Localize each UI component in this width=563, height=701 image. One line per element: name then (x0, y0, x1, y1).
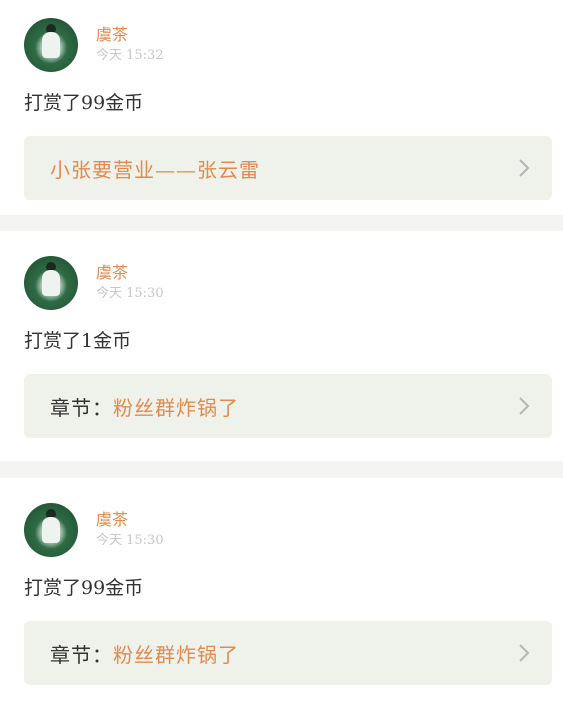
chevron-right-icon (519, 159, 530, 177)
linked-item[interactable]: 章节：粉丝群炸锅了 (24, 374, 552, 438)
timestamp: 今天 15:30 (96, 286, 164, 301)
timestamp: 今天 15:30 (96, 533, 164, 548)
user-info: 虞茶 今天 15:30 (96, 510, 164, 550)
username[interactable]: 虞茶 (96, 263, 164, 283)
linked-item-title: 小张要营业——张云雷 (50, 157, 260, 182)
linked-item-title: 粉丝群炸锅了 (113, 395, 239, 420)
tip-message: 打赏了99金币 (24, 92, 144, 114)
user-info: 虞茶 今天 15:32 (96, 25, 164, 65)
linked-item[interactable]: 章节：粉丝群炸锅了 (24, 621, 552, 685)
linked-item-label: 章节： (50, 395, 113, 420)
avatar[interactable] (24, 18, 78, 72)
tip-message: 打赏了1金币 (24, 330, 132, 352)
tip-message: 打赏了99金币 (24, 577, 144, 599)
card-header: 虞茶 今天 15:32 (24, 18, 551, 72)
feed-card: 虞茶 今天 15:30 打赏了99金币 章节：粉丝群炸锅了 (0, 478, 563, 701)
feed-card: 虞茶 今天 15:30 打赏了1金币 章节：粉丝群炸锅了 (0, 231, 563, 461)
linked-item-text: 小张要营业——张云雷 (50, 154, 260, 183)
linked-item-label: 章节： (50, 642, 113, 667)
card-header: 虞茶 今天 15:30 (24, 256, 551, 310)
avatar-figure-body (42, 517, 60, 543)
avatar-figure-body (42, 32, 60, 58)
chevron-right-icon (519, 397, 530, 415)
username[interactable]: 虞茶 (96, 25, 164, 45)
linked-item-text: 章节：粉丝群炸锅了 (50, 392, 239, 421)
avatar[interactable] (24, 256, 78, 310)
card-header: 虞茶 今天 15:30 (24, 503, 551, 557)
chevron-right-icon (519, 644, 530, 662)
username[interactable]: 虞茶 (96, 510, 164, 530)
linked-item[interactable]: 小张要营业——张云雷 (24, 136, 552, 200)
timestamp: 今天 15:32 (96, 48, 164, 63)
feed-card: 虞茶 今天 15:32 打赏了99金币 小张要营业——张云雷 (0, 0, 563, 215)
avatar-figure-body (42, 270, 60, 296)
linked-item-title: 粉丝群炸锅了 (113, 642, 239, 667)
user-info: 虞茶 今天 15:30 (96, 263, 164, 303)
avatar[interactable] (24, 503, 78, 557)
tip-feed: 虞茶 今天 15:32 打赏了99金币 小张要营业——张云雷 虞茶 今天 15:… (0, 0, 563, 701)
linked-item-text: 章节：粉丝群炸锅了 (50, 639, 239, 668)
